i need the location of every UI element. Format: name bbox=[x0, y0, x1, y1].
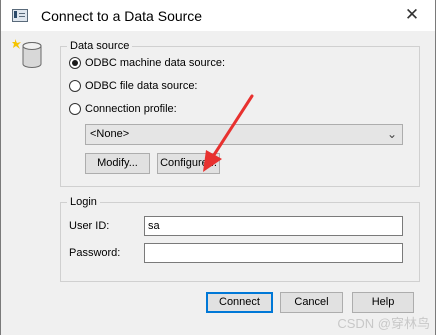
radio-odbc-machine[interactable]: ODBC machine data source: bbox=[69, 55, 225, 71]
user-id-label: User ID: bbox=[69, 220, 110, 232]
title-bar: Connect to a Data Source ✕ bbox=[1, 0, 435, 31]
password-label: Password: bbox=[69, 247, 121, 259]
radio-connection-profile-label: Connection profile: bbox=[85, 103, 177, 115]
radio-button[interactable] bbox=[69, 103, 81, 115]
login-legend: Login bbox=[70, 196, 97, 208]
window-title: Connect to a Data Source bbox=[41, 8, 203, 24]
radio-connection-profile[interactable]: Connection profile: bbox=[69, 101, 177, 117]
modify-button[interactable]: Modify... bbox=[85, 153, 150, 174]
configure-button[interactable]: Configure... bbox=[157, 153, 220, 174]
radio-odbc-file-label: ODBC file data source: bbox=[85, 80, 198, 92]
odbc-app-icon bbox=[12, 9, 28, 22]
close-icon[interactable]: ✕ bbox=[399, 3, 425, 27]
data-source-legend: Data source bbox=[70, 40, 130, 52]
connection-profile-select[interactable]: <None> ⌄ bbox=[85, 124, 403, 145]
login-group: Login bbox=[60, 196, 420, 282]
radio-button-selected[interactable] bbox=[69, 57, 81, 69]
user-id-input[interactable]: sa bbox=[144, 216, 403, 236]
radio-odbc-machine-label: ODBC machine data source: bbox=[85, 57, 226, 69]
connect-button[interactable]: Connect bbox=[206, 292, 273, 313]
radio-odbc-file[interactable]: ODBC file data source: bbox=[69, 78, 198, 94]
dialog-window: Connect to a Data Source ✕ Data source O… bbox=[0, 0, 436, 335]
cancel-button[interactable]: Cancel bbox=[280, 292, 343, 313]
radio-button[interactable] bbox=[69, 80, 81, 92]
chevron-down-icon[interactable]: ⌄ bbox=[387, 127, 397, 141]
database-icon bbox=[12, 39, 42, 68]
connection-profile-value: <None> bbox=[90, 128, 130, 140]
password-input[interactable] bbox=[144, 243, 403, 263]
watermark-text: CSDN @穿林鸟 bbox=[337, 316, 430, 331]
user-id-value: sa bbox=[148, 220, 160, 232]
help-button[interactable]: Help bbox=[352, 292, 414, 313]
